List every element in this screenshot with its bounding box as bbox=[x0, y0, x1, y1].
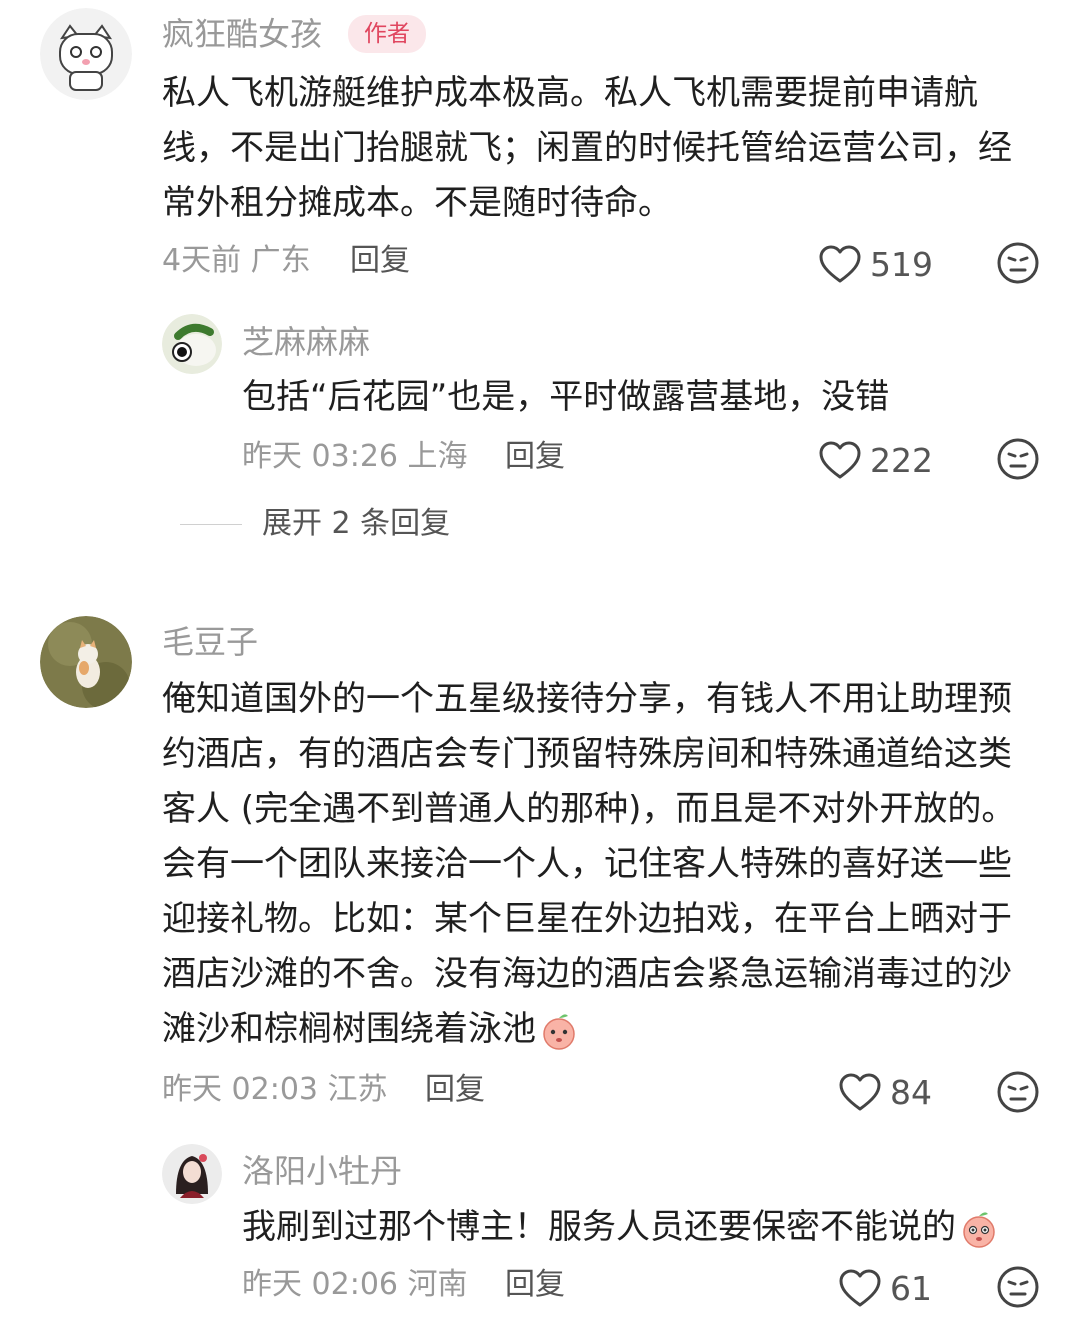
comment-text-content: 俺知道国外的一个五星级接待分享，有钱人不用让助理预约酒店，有的酒店会专门预留特殊… bbox=[162, 679, 1016, 1049]
comment-time-location: 昨天 02:03 江苏 bbox=[162, 1072, 388, 1107]
like-count: 519 bbox=[870, 244, 933, 284]
reply-time-location: 昨天 03:26 上海 bbox=[242, 439, 468, 474]
reply-button[interactable]: 回复 bbox=[505, 1265, 565, 1305]
like-count: 61 bbox=[890, 1268, 932, 1308]
peach-emoji-icon bbox=[963, 1211, 995, 1248]
neutral-face-icon[interactable] bbox=[996, 1265, 1040, 1309]
avatar-cat-photo[interactable] bbox=[40, 616, 132, 708]
reply-button[interactable]: 回复 bbox=[350, 241, 410, 281]
expand-divider bbox=[180, 524, 242, 525]
peach-emoji-icon bbox=[543, 1013, 575, 1050]
avatar-cat-cartoon[interactable] bbox=[40, 8, 132, 100]
reply-text: 包括“后花园”也是，平时做露营基地，没错 bbox=[242, 377, 890, 417]
heart-outline-icon bbox=[819, 441, 861, 479]
avatar-reply[interactable] bbox=[162, 1144, 222, 1204]
comment-text: 私人飞机游艇维护成本极高。私人飞机需要提前申请航线，不是出门抬腿就飞；闲置的时候… bbox=[162, 73, 1012, 223]
comment-author-name[interactable]: 疯狂酷女孩 bbox=[162, 14, 322, 54]
heart-outline-icon bbox=[839, 1269, 881, 1307]
reply-author-name[interactable]: 洛阳小牡丹 bbox=[242, 1151, 402, 1191]
like-button[interactable]: 519 bbox=[818, 242, 933, 286]
reply-text-content: 我刷到过那个博主！服务人员还要保密不能说的 bbox=[242, 1207, 956, 1247]
like-count: 84 bbox=[890, 1072, 932, 1112]
neutral-face-icon[interactable] bbox=[996, 1070, 1040, 1114]
comment-author-name[interactable]: 毛豆子 bbox=[162, 622, 258, 662]
reply-time-location: 昨天 02:06 河南 bbox=[242, 1267, 468, 1302]
neutral-face-icon[interactable] bbox=[996, 241, 1040, 285]
like-button[interactable]: 222 bbox=[818, 438, 933, 482]
like-count: 222 bbox=[870, 440, 933, 480]
author-badge: 作者 bbox=[348, 15, 426, 53]
comment-time-location: 4天前 广东 bbox=[162, 243, 311, 278]
neutral-face-icon[interactable] bbox=[996, 437, 1040, 481]
comment-text: 俺知道国外的一个五星级接待分享，有钱人不用让助理预约酒店，有的酒店会专门预留特殊… bbox=[162, 672, 1042, 1057]
avatar-reply[interactable] bbox=[162, 314, 222, 374]
reply-author-name[interactable]: 芝麻麻麻 bbox=[242, 322, 370, 362]
like-button[interactable]: 61 bbox=[838, 1266, 932, 1310]
expand-replies-button[interactable]: 展开 2 条回复 bbox=[262, 504, 450, 544]
heart-outline-icon bbox=[839, 1073, 881, 1111]
reply-button[interactable]: 回复 bbox=[505, 437, 565, 477]
heart-outline-icon bbox=[819, 245, 861, 283]
like-button[interactable]: 84 bbox=[838, 1070, 932, 1114]
reply-text: 我刷到过那个博主！服务人员还要保密不能说的 bbox=[242, 1200, 1042, 1255]
reply-button[interactable]: 回复 bbox=[425, 1070, 485, 1110]
